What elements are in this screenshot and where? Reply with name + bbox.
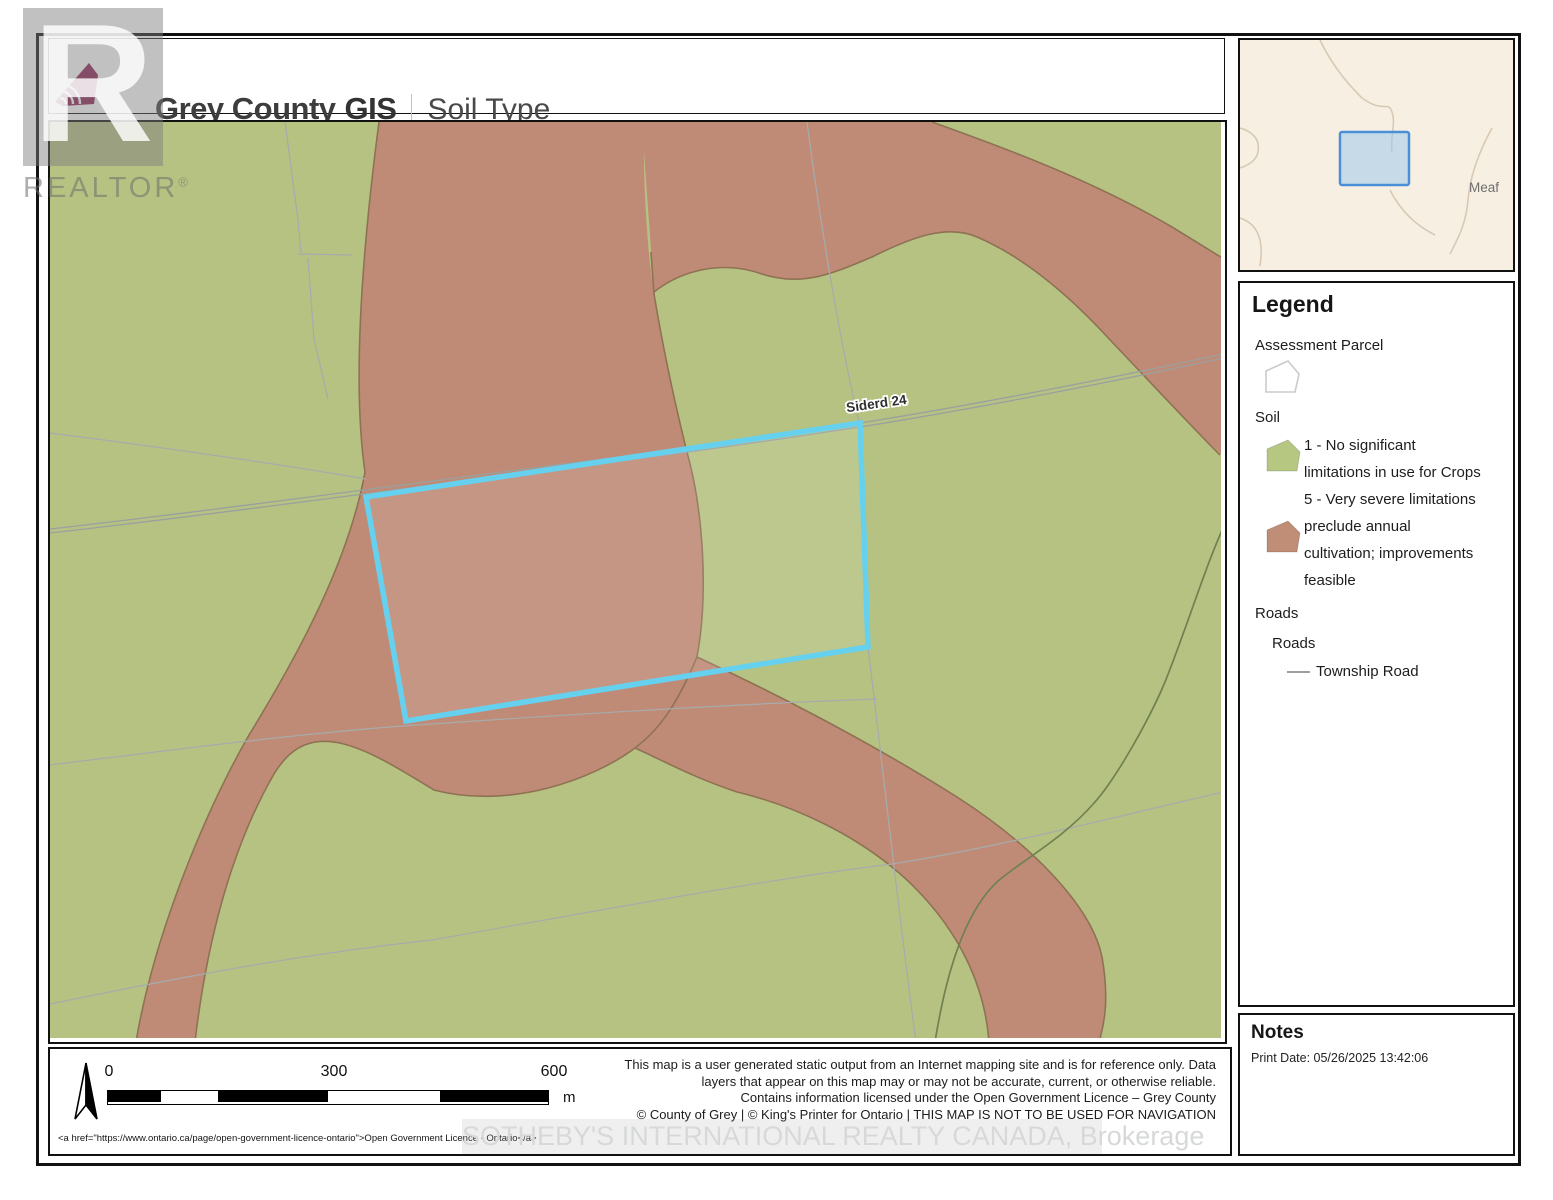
- header: Grey County GIS Soil Type: [48, 38, 1225, 114]
- map-extent-indicator: [1340, 132, 1409, 185]
- legend-roads-group: Roads: [1255, 605, 1298, 622]
- map-viewport: Siderd 24: [48, 120, 1227, 1044]
- scale-bar-segment: [218, 1091, 328, 1102]
- inset-place-label: Meaf: [1469, 180, 1499, 195]
- disclaimer-line: © County of Grey | © King's Printer for …: [316, 1107, 1216, 1124]
- notes-title: Notes: [1251, 1022, 1304, 1044]
- gis-print-page: Grey County GIS Soil Type: [0, 0, 1553, 1200]
- legend-title: Legend: [1252, 291, 1334, 318]
- legend-assessment-parcel-label: Assessment Parcel: [1255, 337, 1383, 354]
- soil-5-swatch: [1266, 520, 1302, 554]
- inset-roads: [1240, 40, 1509, 266]
- disclaimer-line: layers that appear on this map may or ma…: [316, 1074, 1216, 1091]
- soil-1-swatch: [1266, 439, 1302, 473]
- soil-5-text-line2: preclude annual: [1304, 518, 1411, 535]
- soil-1-text-line2: limitations in use for Crops: [1304, 464, 1481, 481]
- township-road-swatch: [1287, 671, 1310, 673]
- legend-panel: Legend Assessment Parcel Soil 1 - No sig…: [1238, 281, 1515, 1007]
- township-road-label: Township Road: [1316, 663, 1419, 680]
- print-date: Print Date: 05/26/2025 13:42:06: [1251, 1051, 1428, 1065]
- disclaimer-block: This map is a user generated static outp…: [316, 1057, 1216, 1123]
- disclaimer-line: This map is a user generated static outp…: [316, 1057, 1216, 1074]
- assessment-parcel-swatch: [1264, 359, 1302, 395]
- soil-1-text-line1: 1 - No significant: [1304, 437, 1416, 454]
- soil-map: Siderd 24: [50, 122, 1221, 1038]
- grey-county-logo: [53, 61, 101, 107]
- legend-roads-layer: Roads: [1272, 635, 1315, 652]
- legend-soil-label: Soil: [1255, 409, 1280, 426]
- footer-panel: 0 300 600 m <a href="https://www.ontario…: [48, 1047, 1232, 1156]
- scale-bar-segment: [161, 1091, 218, 1102]
- scale-bar-segment: [108, 1091, 161, 1102]
- scale-tick-0: 0: [105, 1063, 114, 1081]
- overview-inset-map: Meaf: [1238, 38, 1515, 272]
- notes-panel: Notes Print Date: 05/26/2025 13:42:06: [1238, 1013, 1515, 1156]
- north-arrow-icon: [68, 1061, 108, 1123]
- disclaimer-line: Contains information licensed under the …: [316, 1090, 1216, 1107]
- soil-5-text-line1: 5 - Very severe limitations: [1304, 491, 1476, 508]
- soil-5-text-line4: feasible: [1304, 572, 1356, 589]
- license-source-text: <a href="https://www.ontario.ca/page/ope…: [58, 1133, 537, 1144]
- soil-5-text-line3: cultivation; improvements: [1304, 545, 1473, 562]
